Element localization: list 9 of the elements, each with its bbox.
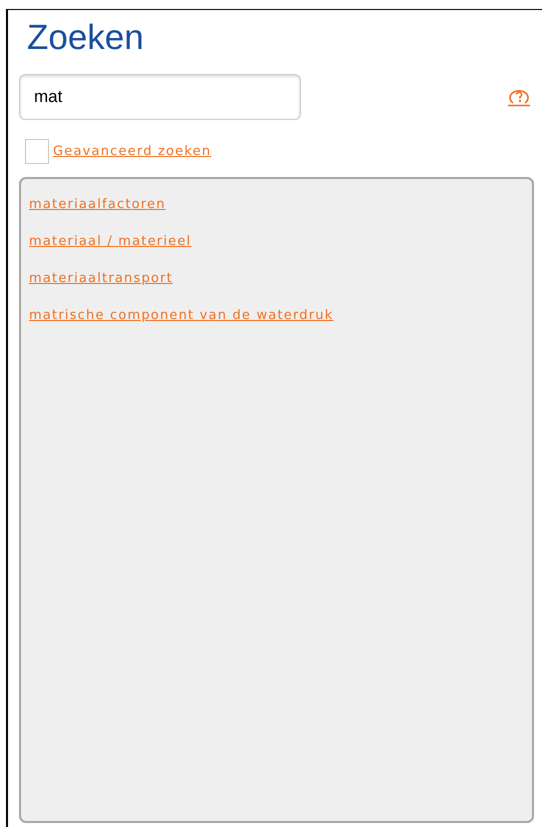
result-link[interactable]: materiaalfactoren (29, 197, 166, 212)
page-title: Zoeken (27, 20, 145, 55)
result-link[interactable]: materiaal / materieel (29, 234, 192, 249)
checkbox[interactable] (25, 139, 49, 164)
help-icon[interactable] (507, 88, 531, 106)
result-link[interactable]: matrische component van de waterdruk (29, 308, 334, 323)
search-field[interactable]: mat (19, 74, 301, 120)
advanced-search-link[interactable]: Geavanceerd zoeken (53, 142, 212, 162)
result-link[interactable]: materiaaltransport (29, 271, 173, 286)
